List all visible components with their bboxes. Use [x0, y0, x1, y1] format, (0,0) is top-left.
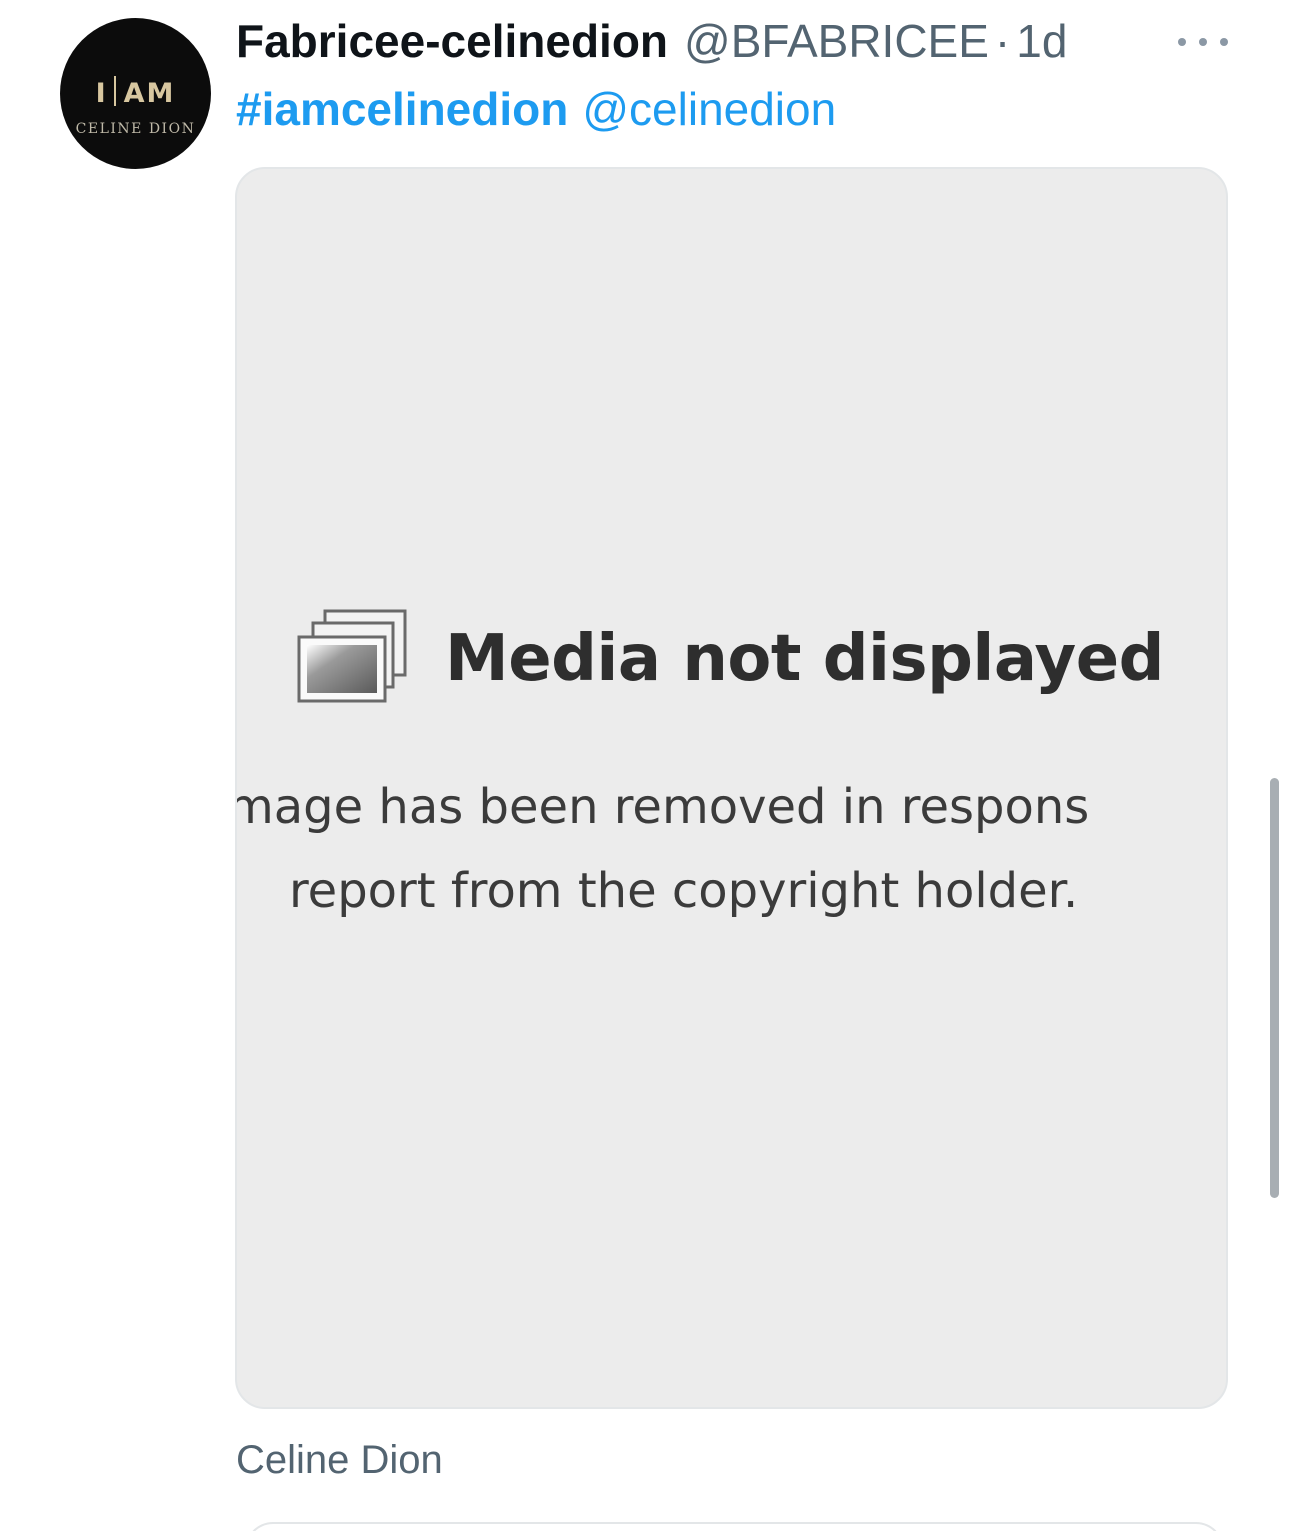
tweet-text: #iamcelinedion @celinedion: [236, 82, 836, 136]
media-card[interactable]: Media not displayed mage has been remove…: [235, 167, 1228, 1409]
image-placeholder-icon: [297, 609, 407, 703]
media-unavailable-message: mage has been removed in respons report …: [235, 765, 1226, 933]
media-message-line-2: report from the copyright holder.: [289, 863, 1079, 919]
card-source-label[interactable]: Celine Dion: [236, 1438, 443, 1483]
avatar-logo-i: I: [95, 78, 108, 109]
avatar-logo-am: AM: [123, 78, 176, 109]
more-dot: [1178, 38, 1186, 46]
author-handle[interactable]: @BFABRICEE: [684, 14, 989, 68]
tweet[interactable]: I AM CELINE DION Fabricee-celinedion @BFA…: [0, 0, 1290, 1531]
avatar-logo-bar: [113, 76, 116, 106]
next-card-edge: [245, 1522, 1224, 1531]
avatar-logo-text: I AM: [60, 76, 211, 109]
tweet-header: Fabricee-celinedion @BFABRICEE · 1d: [236, 14, 1067, 72]
hashtag-link[interactable]: #iamcelinedion: [236, 83, 568, 135]
header-separator: ·: [994, 15, 1011, 67]
avatar[interactable]: I AM CELINE DION: [60, 18, 211, 169]
avatar-logo-subtitle: CELINE DION: [75, 121, 196, 137]
mention-link[interactable]: @celinedion: [582, 83, 836, 135]
media-message-line-1: mage has been removed in respons: [235, 779, 1090, 835]
more-dot: [1220, 38, 1228, 46]
scrollbar[interactable]: [1270, 778, 1279, 1198]
author-display-name[interactable]: Fabricee-celinedion: [236, 14, 668, 68]
media-unavailable-title: Media not displayed: [445, 622, 1164, 696]
more-options-icon[interactable]: [1178, 32, 1228, 52]
tweet-timestamp[interactable]: 1d: [1016, 14, 1067, 68]
more-dot: [1199, 38, 1207, 46]
